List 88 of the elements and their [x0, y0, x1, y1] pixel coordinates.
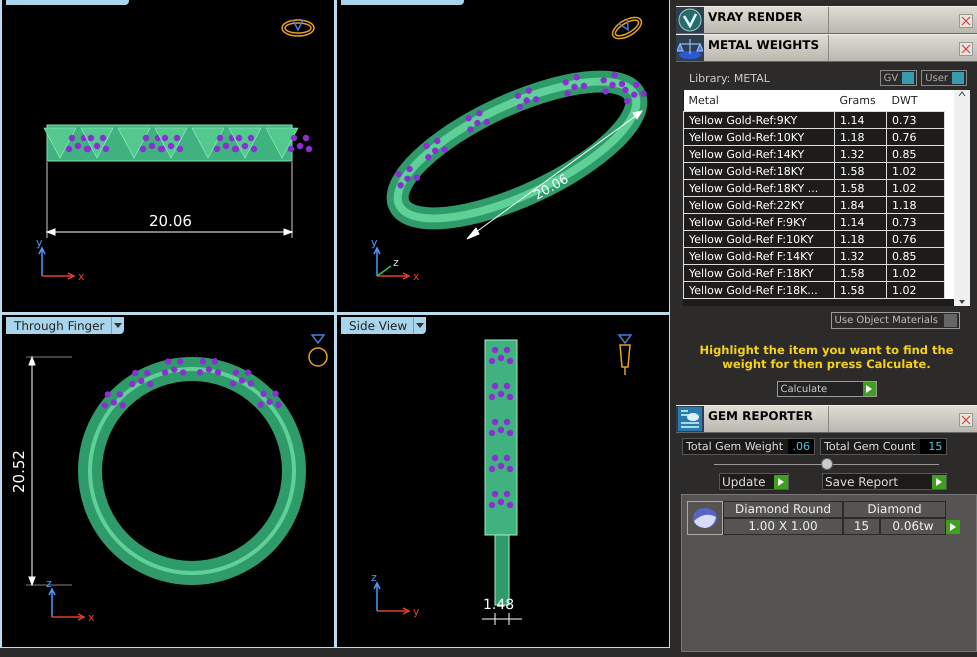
axis-label: z	[371, 571, 377, 584]
ring-wireframe-icon	[618, 334, 632, 375]
toggle-label: GV	[884, 72, 898, 84]
table-cell: Yellow Gold-Ref:22KY	[684, 196, 834, 214]
dropdown-icon[interactable]	[110, 317, 124, 334]
toggle-switch[interactable]: GV	[880, 70, 918, 86]
table-cell: Yellow Gold-Ref F:10KY	[684, 230, 834, 248]
scrollbar[interactable]	[954, 90, 970, 306]
table-cell: 1.58	[834, 264, 886, 282]
dimension-text: 20.06	[149, 212, 192, 230]
use-object-materials-toggle[interactable]: Use Object Materials	[830, 312, 960, 329]
total-label: Total Gem Weight	[685, 439, 784, 454]
axis-label: z	[393, 256, 399, 269]
axis-label: x	[88, 611, 95, 624]
axis-label: y	[413, 605, 420, 618]
table-cell: Diamond Round	[723, 501, 843, 518]
column-header[interactable]: DWT	[886, 90, 944, 112]
axis-label: y	[36, 236, 43, 249]
table-cell: 1.18	[834, 230, 886, 248]
table-cell: 1.00 X 1.00	[723, 518, 843, 535]
table-cell: Yellow Gold-Ref F:9KY	[684, 214, 834, 230]
table-cell: Yellow Gold-Ref:9KY	[684, 112, 834, 128]
save-report-button[interactable]: Save Report	[822, 473, 947, 490]
viewport-tab[interactable]: Side View	[341, 317, 426, 334]
instruction-text: Highlight the item you want to find the weight for then press Calculate.	[698, 343, 954, 371]
total-value: 15	[920, 439, 946, 454]
toggle-switch[interactable]: User	[921, 70, 967, 86]
table-cell: 1.14	[834, 112, 886, 128]
close-button[interactable]	[959, 413, 973, 427]
table-cell: 0.06tw	[880, 518, 946, 535]
table-cell: Yellow Gold-Ref F:18KY	[684, 264, 834, 282]
update-button[interactable]: Update	[719, 473, 789, 490]
close-icon	[961, 16, 971, 26]
table-cell: 1.14	[834, 214, 886, 230]
round-gem-icon	[692, 507, 718, 529]
table-cell: 15	[843, 518, 880, 535]
axis-label: x	[413, 270, 420, 283]
report-icon	[678, 407, 702, 431]
panel-title: VRAY RENDER	[708, 10, 802, 24]
table-cell: 1.18	[834, 128, 886, 146]
ring-wireframe-icon	[281, 19, 315, 37]
table-cell: Yellow Gold-Ref:18KY	[684, 162, 834, 180]
column-header[interactable]: Metal	[684, 90, 834, 112]
splitter-handle[interactable]	[714, 457, 939, 471]
toggle-label: User	[925, 72, 948, 84]
axis-label: x	[78, 270, 85, 283]
viewport-label: Through Finger	[14, 318, 104, 332]
scroll-up-icon[interactable]	[958, 90, 966, 98]
axis-icon	[373, 581, 411, 615]
table-cell: 0.73	[886, 112, 944, 128]
panel-title: METAL WEIGHTS	[708, 38, 820, 52]
close-icon	[961, 415, 971, 425]
dimension-line	[482, 612, 522, 626]
sphere-logo-icon	[678, 8, 702, 32]
dimension-text: 1.48	[483, 597, 514, 613]
table-cell: Diamond	[843, 501, 946, 518]
close-button[interactable]	[959, 42, 973, 56]
table-cell: Yellow Gold-Ref F:14KY	[684, 248, 834, 264]
play-button[interactable]	[946, 520, 960, 534]
ring-wireframe-icon	[308, 334, 328, 367]
total-label: Total Gem Count	[823, 439, 916, 454]
column-header[interactable]: Grams	[834, 90, 886, 112]
table-cell: Yellow Gold-Ref:14KY	[684, 146, 834, 162]
table-cell: 1.58	[834, 282, 886, 298]
ring-wireframe-icon	[612, 16, 642, 40]
table-cell: 1.02	[886, 282, 944, 298]
table-cell: Yellow Gold-Ref:10KY	[684, 128, 834, 146]
panel-title: GEM REPORTER	[708, 409, 813, 423]
table-cell: 1.32	[834, 146, 886, 162]
viewport-tab[interactable]: Through Finger	[6, 317, 124, 334]
dropdown-icon[interactable]	[413, 317, 426, 334]
axis-label: y	[371, 236, 378, 249]
table-cell: Yellow Gold-Ref:18KY ...	[684, 180, 834, 196]
close-icon	[961, 44, 971, 54]
balance-scale-icon	[677, 36, 703, 60]
table-cell: 1.58	[834, 180, 886, 196]
dimension-text: 20.52	[10, 450, 28, 493]
viewport-label: Side View	[349, 318, 408, 332]
total-value: .06	[788, 439, 814, 454]
axis-label: z	[46, 577, 52, 590]
table-cell: Yellow Gold-Ref F:18K...	[684, 282, 834, 298]
axis-icon	[48, 587, 86, 621]
close-button[interactable]	[959, 14, 973, 28]
calculate-button[interactable]: Calculate	[776, 381, 876, 397]
table-cell: 1.58	[834, 162, 886, 180]
table-cell: 1.32	[834, 248, 886, 264]
library-label: Library: METAL	[689, 72, 770, 84]
table-cell: 1.84	[834, 196, 886, 214]
